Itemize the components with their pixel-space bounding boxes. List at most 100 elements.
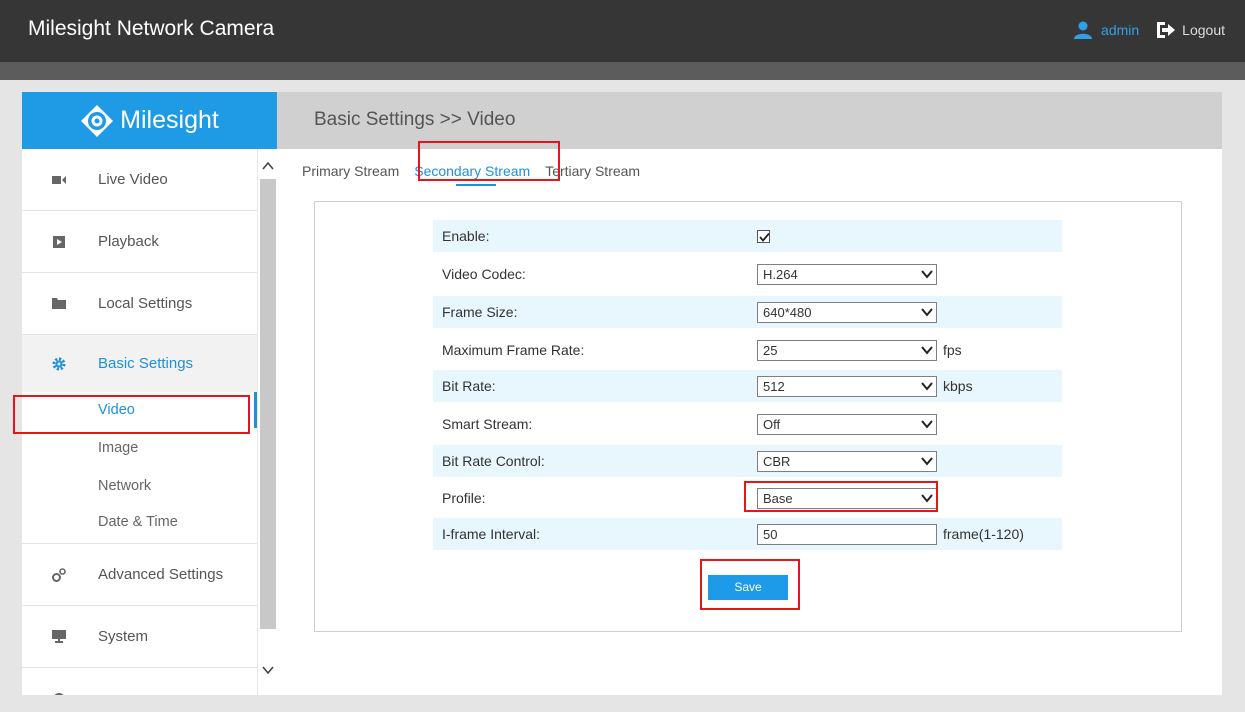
max-frame-rate-select[interactable]: 25: [757, 339, 937, 361]
folder-icon: [52, 297, 66, 311]
chevron-down-icon: [921, 381, 933, 391]
sidebar-item-label: Local Settings: [98, 295, 193, 312]
scroll-thumb[interactable]: [260, 179, 276, 629]
playback-icon: [52, 235, 66, 249]
basic-settings-submenu: Video Image Network Date & Time: [22, 392, 257, 544]
submenu-label: Date & Time: [98, 514, 178, 530]
select-value: Base: [763, 490, 793, 506]
select-value: CBR: [763, 453, 791, 469]
gears-icon: [52, 567, 66, 582]
sidebar-item-local-settings[interactable]: Local Settings: [22, 273, 257, 335]
max-frame-rate-value: 25 fps: [757, 339, 962, 361]
sidebar-item-label: Advanced Settings: [98, 566, 224, 583]
max-frame-rate-label: Maximum Frame Rate:: [442, 342, 585, 358]
bit-rate-control-row: Bit Rate Control: CBR: [433, 445, 1062, 477]
bit-rate-value: 512 kbps: [757, 375, 973, 397]
sidebar-item-more[interactable]: [22, 668, 257, 695]
user-area: admin Logout: [1073, 21, 1225, 39]
header-divider: [0, 62, 1245, 80]
content-header: Basic Settings >> Video: [277, 92, 1222, 149]
bit-rate-select[interactable]: 512: [757, 375, 937, 397]
iframe-interval-input[interactable]: 50: [757, 523, 937, 545]
frame-size-value: 640*480: [757, 301, 937, 323]
video-camera-icon: [52, 173, 66, 187]
smart-stream-value: Off: [757, 413, 937, 435]
video-codec-select[interactable]: H.264: [757, 263, 937, 285]
frame-size-label: Frame Size:: [442, 304, 518, 320]
smart-stream-row: Smart Stream: Off: [433, 408, 1062, 440]
milesight-logo-icon: [81, 104, 114, 137]
submenu-item-network[interactable]: Network: [22, 468, 257, 504]
sidebar-item-advanced-settings[interactable]: Advanced Settings: [22, 544, 257, 606]
profile-select[interactable]: Base: [757, 487, 937, 509]
tab-secondary-stream[interactable]: Secondary Stream: [414, 163, 530, 186]
profile-row: Profile: Base: [433, 482, 1062, 514]
chevron-up-icon[interactable]: [261, 159, 275, 173]
circle-icon: [52, 692, 66, 695]
sidebar-item-label: Playback: [98, 233, 159, 250]
page-title: Basic Settings >> Video: [314, 109, 516, 130]
submenu-item-video[interactable]: Video: [22, 392, 257, 428]
submenu-label: Network: [98, 478, 152, 494]
kbps-unit: kbps: [943, 378, 973, 394]
sidebar-scrollbar[interactable]: [257, 149, 277, 695]
smart-stream-label: Smart Stream:: [442, 416, 533, 432]
sidebar: Live Video Playback Local Settings Basic…: [22, 149, 257, 695]
chevron-down-icon: [921, 345, 933, 355]
chevron-down-icon[interactable]: [261, 663, 275, 677]
submenu-item-date-time[interactable]: Date & Time: [22, 504, 257, 540]
enable-label: Enable:: [442, 228, 490, 244]
chevron-down-icon: [921, 269, 933, 279]
tab-primary-stream[interactable]: Primary Stream: [302, 163, 399, 179]
iframe-interval-row: I-frame Interval: 50 frame(1-120): [433, 518, 1062, 550]
frame-size-select[interactable]: 640*480: [757, 301, 937, 323]
bit-rate-control-value: CBR: [757, 450, 937, 472]
select-value: H.264: [763, 266, 798, 282]
profile-label: Profile:: [442, 490, 486, 506]
bit-rate-control-select[interactable]: CBR: [757, 450, 937, 472]
enable-value: [757, 229, 770, 243]
tab-tertiary-stream[interactable]: Tertiary Stream: [545, 163, 640, 179]
brand-logo: Milesight: [22, 92, 277, 149]
chevron-down-icon: [921, 307, 933, 317]
admin-link[interactable]: admin: [1101, 22, 1139, 38]
profile-value: Base: [757, 487, 937, 509]
video-codec-row: Video Codec: H.264: [433, 258, 1062, 290]
chevron-down-icon: [921, 419, 933, 429]
video-codec-label: Video Codec:: [442, 266, 526, 282]
stream-tabs: Primary Stream Secondary Stream Tertiary…: [302, 163, 655, 186]
max-frame-rate-row: Maximum Frame Rate: 25 fps: [433, 334, 1062, 366]
frame-size-row: Frame Size: 640*480: [433, 296, 1062, 328]
top-bar: Milesight Network Camera admin Logout: [0, 0, 1245, 62]
iframe-interval-label: I-frame Interval:: [442, 526, 541, 542]
enable-checkbox[interactable]: [757, 229, 770, 243]
logout-icon[interactable]: [1157, 22, 1176, 38]
user-icon: [1074, 21, 1093, 39]
fps-unit: fps: [943, 342, 962, 358]
save-button[interactable]: Save: [708, 575, 788, 600]
select-value: 25: [763, 342, 778, 358]
submenu-label: Video: [98, 402, 135, 418]
submenu-item-image[interactable]: Image: [22, 430, 257, 466]
smart-stream-select[interactable]: Off: [757, 413, 937, 435]
sidebar-item-label: Live Video: [98, 171, 168, 188]
sidebar-item-live-video[interactable]: Live Video: [22, 149, 257, 211]
select-value: 640*480: [763, 304, 812, 320]
logo-text: Milesight: [120, 106, 219, 134]
bit-rate-row: Bit Rate: 512 kbps: [433, 370, 1062, 402]
bit-rate-control-label: Bit Rate Control:: [442, 453, 545, 469]
sidebar-item-basic-settings[interactable]: Basic Settings: [22, 335, 257, 392]
sidebar-item-playback[interactable]: Playback: [22, 211, 257, 273]
main-content: Primary Stream Secondary Stream Tertiary…: [277, 141, 1222, 695]
sidebar-item-label: System: [98, 628, 149, 645]
chevron-down-icon: [921, 493, 933, 503]
logout-link[interactable]: Logout: [1182, 22, 1225, 38]
iframe-interval-value: 50 frame(1-120): [757, 523, 1024, 545]
bit-rate-label: Bit Rate:: [442, 378, 496, 394]
app-title: Milesight Network Camera: [28, 17, 275, 40]
video-settings-panel: Enable: Video Codec: H.264 Frame Size: 6…: [314, 201, 1182, 632]
submenu-label: Image: [98, 440, 139, 456]
sidebar-item-system[interactable]: System: [22, 606, 257, 668]
select-value: 512: [763, 378, 785, 394]
monitor-icon: [52, 630, 66, 644]
